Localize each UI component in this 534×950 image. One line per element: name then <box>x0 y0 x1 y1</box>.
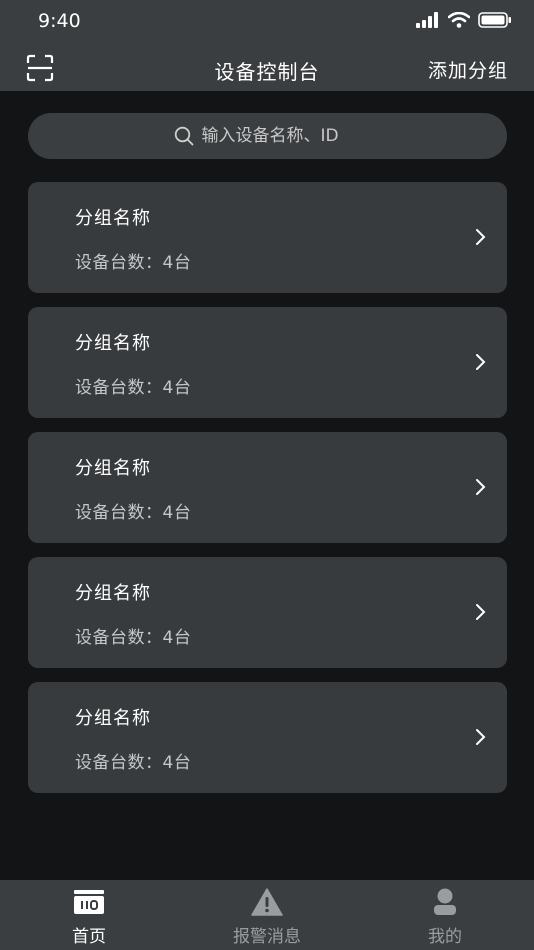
add-group-button[interactable]: 添加分组 <box>428 56 508 83</box>
status-icons <box>416 12 512 28</box>
group-count-label: 设备台数： <box>75 753 163 773</box>
group-card[interactable]: 分组名称 设备台数： 4台 <box>28 682 507 793</box>
top-bar: 9:40 设备控制台 添加分组 <box>0 0 534 91</box>
group-count-value: 4台 <box>162 628 192 648</box>
home-device-icon <box>74 890 104 914</box>
tab-alarm-messages[interactable]: 报警消息 <box>178 880 356 950</box>
group-name: 分组名称 <box>75 458 151 479</box>
search-bar[interactable] <box>28 113 507 159</box>
tab-label: 报警消息 <box>233 927 301 947</box>
tab-home[interactable]: 首页 <box>0 880 178 950</box>
group-count-label: 设备台数： <box>75 253 163 273</box>
chevron-right-icon <box>476 354 486 370</box>
wifi-icon <box>448 12 470 28</box>
search-icon <box>174 126 193 146</box>
group-name: 分组名称 <box>75 583 151 604</box>
group-device-count: 设备台数： 4台 <box>75 248 191 273</box>
group-name: 分组名称 <box>75 708 151 729</box>
group-device-count: 设备台数： 4台 <box>75 373 191 398</box>
chevron-right-icon <box>476 729 486 745</box>
bottom-tab-bar: 首页 报警消息 我的 <box>0 880 534 950</box>
nav-bar: 设备控制台 添加分组 <box>0 44 534 91</box>
status-bar: 9:40 <box>0 0 534 44</box>
group-count-value: 4台 <box>162 503 192 523</box>
group-card[interactable]: 分组名称 设备台数： 4台 <box>28 432 507 543</box>
group-count-label: 设备台数： <box>75 628 163 648</box>
group-count-label: 设备台数： <box>75 503 163 523</box>
tab-mine[interactable]: 我的 <box>356 880 534 950</box>
user-icon <box>434 888 456 915</box>
group-card[interactable]: 分组名称 设备台数： 4台 <box>28 182 507 293</box>
group-device-count: 设备台数： 4台 <box>75 748 191 773</box>
group-card[interactable]: 分组名称 设备台数： 4台 <box>28 307 507 418</box>
battery-icon <box>478 12 511 28</box>
search-input[interactable] <box>201 126 362 146</box>
chevron-right-icon <box>476 229 486 245</box>
device-console-screen: 9:40 设备控制台 添加分组 输入设备名称、ID 分组名称 设备台数： 4台 … <box>0 0 534 950</box>
group-card[interactable]: 分组名称 设备台数： 4台 <box>28 557 507 668</box>
group-device-count: 设备台数： 4台 <box>75 623 191 648</box>
signal-icon <box>416 12 438 28</box>
tab-label: 我的 <box>428 927 462 947</box>
group-count-value: 4台 <box>162 253 192 273</box>
chevron-right-icon <box>476 604 486 620</box>
group-count-value: 4台 <box>162 753 192 773</box>
chevron-right-icon <box>476 479 486 495</box>
alarm-warning-icon <box>251 888 283 916</box>
group-name: 分组名称 <box>75 208 151 229</box>
group-count-label: 设备台数： <box>75 378 163 398</box>
group-name: 分组名称 <box>75 333 151 354</box>
group-device-count: 设备台数： 4台 <box>75 498 191 523</box>
group-count-value: 4台 <box>162 378 192 398</box>
group-list: 分组名称 设备台数： 4台 分组名称 设备台数： 4台 分组名称 设备台数： 4… <box>28 182 507 807</box>
tab-label: 首页 <box>72 927 106 947</box>
status-time: 9:40 <box>38 10 81 32</box>
